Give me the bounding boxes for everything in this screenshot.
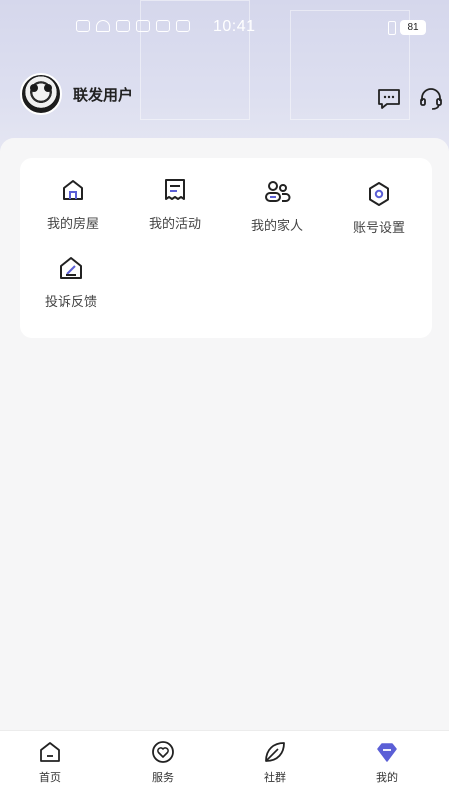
menu-item-label: 账号设置 bbox=[352, 221, 405, 236]
status-bar: 10:41 81 bbox=[0, 14, 449, 44]
heart-circle-icon bbox=[152, 741, 174, 763]
menu-item-complaint-feedback[interactable]: 投诉反馈 bbox=[26, 254, 116, 310]
gem-icon bbox=[377, 743, 397, 762]
status-time: 10:41 bbox=[213, 18, 256, 35]
wifi-icon bbox=[96, 20, 110, 32]
menu-item-label: 投诉反馈 bbox=[44, 295, 97, 310]
tab-home[interactable]: 首页 bbox=[20, 739, 80, 785]
status-right: 81 bbox=[388, 20, 426, 35]
vibrate-icon bbox=[388, 20, 396, 35]
avatar[interactable] bbox=[20, 73, 62, 115]
feedback-edit-icon bbox=[60, 257, 82, 279]
message-icon[interactable] bbox=[376, 86, 402, 112]
tab-label: 我的 bbox=[376, 771, 398, 784]
menu-item-my-house[interactable]: 我的房屋 bbox=[28, 176, 118, 232]
video-icon bbox=[136, 20, 150, 32]
receipt-icon bbox=[165, 179, 185, 200]
doc-notification-icon bbox=[76, 20, 90, 32]
menu-item-label: 我的房屋 bbox=[46, 217, 99, 232]
menu-item-label: 我的活动 bbox=[148, 217, 201, 232]
menu-item-my-activities[interactable]: 我的活动 bbox=[130, 176, 220, 232]
menu-card: 我的房屋 我的活动 我的家人 账号设置 投诉反馈 bbox=[20, 158, 432, 338]
tab-label: 社群 bbox=[264, 771, 286, 784]
mail-icon bbox=[116, 20, 130, 32]
tab-label: 首页 bbox=[39, 771, 61, 784]
bottom-tab-bar: 首页 服务 社群 我的 bbox=[0, 730, 449, 800]
leaf-icon bbox=[265, 742, 285, 762]
home-icon bbox=[40, 742, 60, 762]
message-notification-icon bbox=[176, 20, 190, 32]
tab-services[interactable]: 服务 bbox=[133, 739, 193, 785]
user-profile-row[interactable]: 联发用户 bbox=[20, 72, 133, 116]
family-icon bbox=[265, 181, 291, 202]
menu-item-my-family[interactable]: 我的家人 bbox=[232, 178, 322, 234]
tab-label: 服务 bbox=[152, 771, 174, 784]
notification-icons bbox=[76, 20, 190, 32]
menu-item-account-settings[interactable]: 账号设置 bbox=[334, 180, 424, 236]
hexagon-settings-icon bbox=[369, 182, 389, 206]
headset-icon[interactable] bbox=[418, 86, 444, 112]
username: 联发用户 bbox=[73, 85, 134, 104]
house-icon bbox=[63, 180, 83, 200]
menu-item-label: 我的家人 bbox=[250, 219, 303, 234]
app-notification-icon bbox=[156, 20, 170, 32]
tab-mine[interactable]: 我的 bbox=[357, 739, 417, 785]
battery-indicator: 81 bbox=[400, 20, 426, 35]
tab-community[interactable]: 社群 bbox=[245, 739, 305, 785]
